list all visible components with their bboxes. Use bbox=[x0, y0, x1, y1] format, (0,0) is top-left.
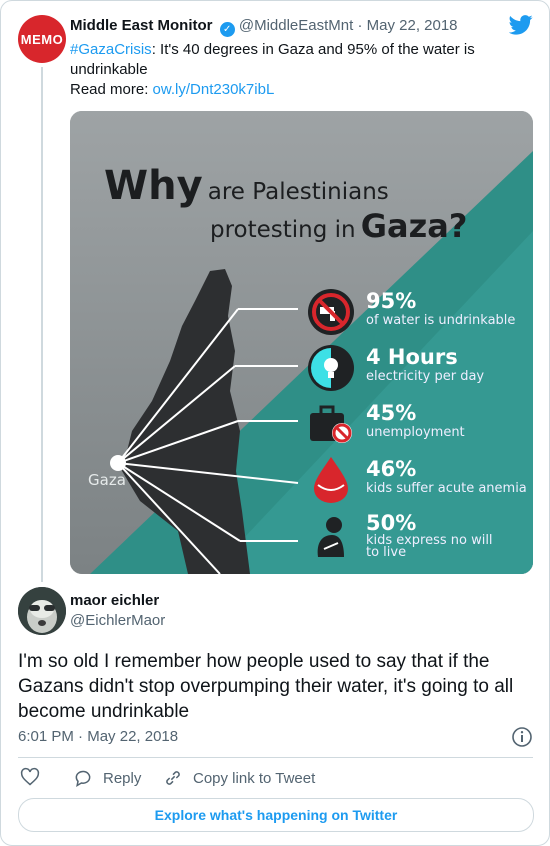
quoted-text: #GazaCrisis: It's 40 degrees in Gaza and… bbox=[70, 40, 500, 100]
tweet-time: 6:01 PM bbox=[18, 728, 74, 745]
stat-caption: kids express no will to live bbox=[366, 534, 493, 560]
lightbulb-icon bbox=[308, 345, 354, 391]
title-line1: are Palestinians bbox=[207, 179, 389, 205]
separator: · bbox=[357, 17, 363, 34]
copy-link-button[interactable]: Copy link to Tweet bbox=[163, 768, 315, 788]
sad-child-icon bbox=[308, 513, 354, 559]
memo-avatar[interactable]: MEMO bbox=[18, 15, 66, 63]
blood-drop-icon bbox=[308, 455, 354, 505]
avatar[interactable] bbox=[18, 587, 66, 635]
tweet-date: May 22, 2018 bbox=[87, 728, 179, 745]
thread-line bbox=[41, 67, 43, 582]
stat-value: 50% bbox=[366, 511, 417, 535]
tweet-timestamp[interactable]: 6:01 PM · May 22, 2018 bbox=[18, 728, 178, 745]
stat-value: 45% bbox=[366, 401, 417, 425]
stat-caption: unemployment bbox=[366, 425, 465, 440]
reply-label: Reply bbox=[103, 769, 142, 787]
stat-value: 4 Hours bbox=[366, 345, 458, 369]
reply-button[interactable]: Reply bbox=[73, 768, 141, 788]
stat-value: 46% bbox=[366, 457, 417, 481]
copy-link-label: Copy link to Tweet bbox=[193, 769, 316, 787]
stat-caption: electricity per day bbox=[366, 369, 485, 384]
stat-caption: of water is undrinkable bbox=[366, 313, 516, 328]
stat-row-2: 4 Hours electricity per day bbox=[366, 345, 484, 384]
stat-row-5: 50% kids express no will to live bbox=[366, 511, 493, 559]
twitter-bird-icon[interactable] bbox=[509, 15, 533, 35]
read-more-label: Read more: bbox=[70, 81, 149, 98]
separator: · bbox=[78, 728, 84, 745]
title-why: Why bbox=[104, 163, 203, 209]
infographic-image[interactable]: Why are Palestinians protesting in Gaza?… bbox=[70, 111, 533, 574]
main-author-name[interactable]: maor eichler bbox=[70, 592, 159, 609]
briefcase-icon bbox=[308, 401, 354, 447]
title-gaza: Gaza? bbox=[360, 207, 468, 245]
like-heart-icon[interactable] bbox=[20, 767, 40, 787]
quoted-date[interactable]: May 22, 2018 bbox=[367, 17, 458, 34]
infographic-title: Why are Palestinians bbox=[104, 163, 389, 209]
quoted-handle[interactable]: @MiddleEastMnt bbox=[239, 17, 353, 34]
quoted-header: Middle East Monitor ✓ @MiddleEastMnt · M… bbox=[70, 17, 458, 37]
stat-caption: kids suffer acute anemia bbox=[366, 481, 527, 496]
main-tweet-text: I'm so old I remember how people used to… bbox=[18, 651, 514, 722]
stat-value: 95% bbox=[366, 289, 417, 313]
reply-icon bbox=[75, 770, 91, 788]
quoted-author-name[interactable]: Middle East Monitor bbox=[70, 17, 213, 34]
no-water-icon bbox=[308, 289, 354, 335]
link-icon bbox=[166, 771, 180, 785]
explore-label: Explore what's happening on Twitter bbox=[154, 807, 398, 823]
stat-row-1: 95% of water is undrinkable bbox=[366, 289, 515, 328]
divider bbox=[18, 757, 533, 758]
hashtag-link[interactable]: #GazaCrisis bbox=[70, 41, 152, 58]
infographic-title-line2: protesting in Gaza? bbox=[210, 207, 467, 245]
stat-row-3: 45% unemployment bbox=[366, 401, 465, 440]
explore-twitter-button[interactable]: Explore what's happening on Twitter bbox=[18, 798, 534, 832]
read-more-link[interactable]: ow.ly/Dnt230k7ibL bbox=[153, 81, 275, 98]
avatar-text: MEMO bbox=[20, 31, 64, 47]
stat-row-4: 46% kids suffer acute anemia bbox=[366, 457, 527, 496]
main-handle[interactable]: @EichlerMaor bbox=[70, 612, 165, 629]
stat-caption-line2: to live bbox=[366, 545, 407, 560]
tweet-card: MEMO Middle East Monitor ✓ @MiddleEastMn… bbox=[0, 0, 550, 846]
gaza-location-label: Gaza bbox=[88, 471, 126, 489]
title-line2: protesting in bbox=[210, 217, 356, 243]
verified-icon: ✓ bbox=[219, 22, 235, 37]
info-icon[interactable] bbox=[511, 726, 533, 748]
